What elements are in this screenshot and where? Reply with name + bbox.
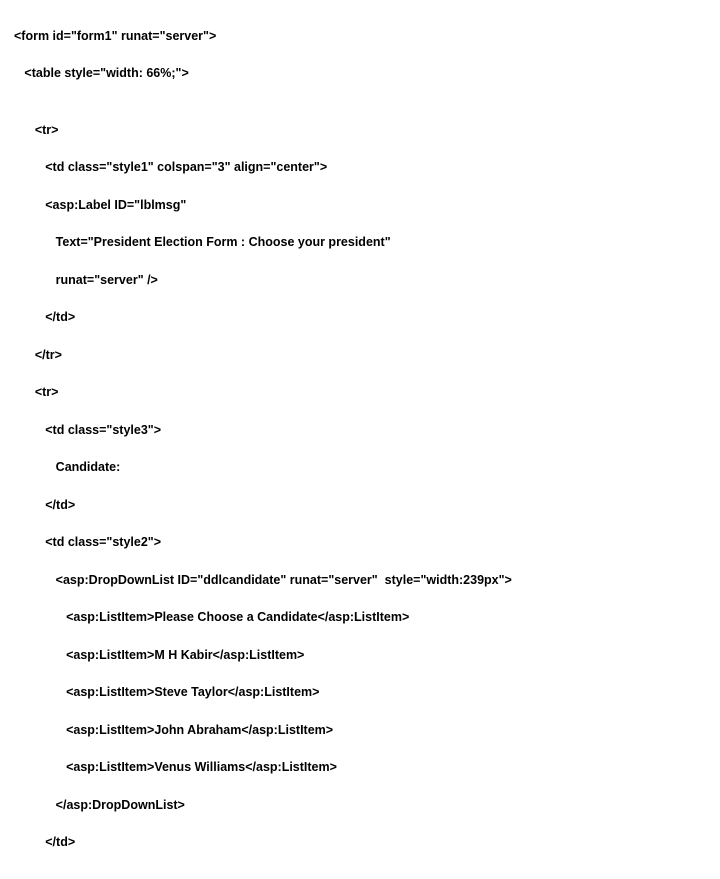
code-line: <asp:ListItem>Steve Taylor</asp:ListItem…	[14, 683, 706, 702]
code-line: <form id="form1" runat="server">	[14, 27, 706, 46]
code-line: Text="President Election Form : Choose y…	[14, 233, 706, 252]
code-line: <table style="width: 66%;">	[14, 64, 706, 83]
code-line: </asp:DropDownList>	[14, 796, 706, 815]
code-line: <tr>	[14, 121, 706, 140]
code-line: <asp:DropDownList ID="ddlcandidate" runa…	[14, 571, 706, 590]
code-line: <tr>	[14, 383, 706, 402]
code-line: </td>	[14, 833, 706, 852]
code-line: runat="server" />	[14, 271, 706, 290]
code-line: </td>	[14, 496, 706, 515]
code-line: <asp:ListItem>Please Choose a Candidate<…	[14, 608, 706, 627]
code-line: </td>	[14, 308, 706, 327]
code-block: <form id="form1" runat="server"> <table …	[14, 8, 706, 871]
code-line: <asp:ListItem>John Abraham</asp:ListItem…	[14, 721, 706, 740]
code-line: Candidate:	[14, 458, 706, 477]
code-line: <asp:Label ID="lblmsg"	[14, 196, 706, 215]
code-line: <asp:ListItem>Venus Williams</asp:ListIt…	[14, 758, 706, 777]
code-line: <td class="style2">	[14, 533, 706, 552]
code-line: <td class="style1" colspan="3" align="ce…	[14, 158, 706, 177]
code-line: <td class="style3">	[14, 421, 706, 440]
code-line: <asp:ListItem>M H Kabir</asp:ListItem>	[14, 646, 706, 665]
code-line: </tr>	[14, 346, 706, 365]
